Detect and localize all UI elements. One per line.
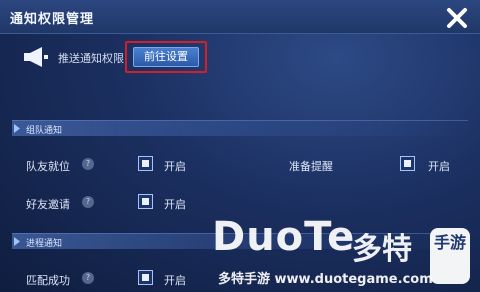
help-icon[interactable]: ? (82, 272, 94, 284)
section-marker-icon (14, 124, 20, 133)
megaphone-icon (24, 47, 48, 67)
go-to-settings-button[interactable]: 前往设置 (133, 47, 199, 67)
option-state: 开启 (164, 198, 186, 211)
option-state: 开启 (164, 274, 186, 287)
section-title: 组队通知 (26, 126, 63, 136)
option-state: 开启 (428, 160, 450, 173)
close-icon[interactable] (444, 5, 470, 31)
option-ready-reminder: 准备提醒 开启 (289, 156, 469, 174)
title-bar: 通知权限管理 (0, 0, 480, 34)
watermark-brand: DuoTe (212, 214, 356, 260)
watermark-site: 多特手游 www.duotegame.com (218, 272, 433, 287)
teammate-ready-checkbox[interactable] (138, 156, 153, 171)
help-icon[interactable]: ? (82, 196, 94, 208)
help-icon[interactable]: ? (82, 158, 94, 170)
match-success-checkbox[interactable] (138, 270, 153, 285)
option-label: 好友邀请 (26, 198, 70, 211)
friend-invite-checkbox[interactable] (138, 194, 153, 209)
option-label: 准备提醒 (289, 160, 333, 173)
section-marker-icon (14, 237, 20, 246)
watermark: DuoTe 多特 手游 多特手游 www.duotegame.com (212, 210, 472, 290)
section-title: 进程通知 (26, 239, 63, 249)
watermark-badge: 手游 (430, 228, 470, 284)
highlight-box: 前往设置 (125, 41, 207, 73)
ready-reminder-checkbox[interactable] (400, 156, 415, 171)
section-header-team: 组队通知 (12, 120, 468, 136)
watermark-cn: 多特 (352, 232, 412, 267)
option-state: 开启 (164, 160, 186, 173)
window-title: 通知权限管理 (10, 12, 95, 27)
option-label: 队友就位 (26, 160, 70, 173)
option-label: 匹配成功 (26, 274, 70, 287)
push-permission-label: 推送通知权限 (58, 52, 124, 65)
option-match-success: 匹配成功 ? 开启 (26, 270, 206, 288)
option-teammate-ready: 队友就位 ? 开启 (26, 156, 206, 174)
option-friend-invite: 好友邀请 ? 开启 (26, 194, 206, 212)
